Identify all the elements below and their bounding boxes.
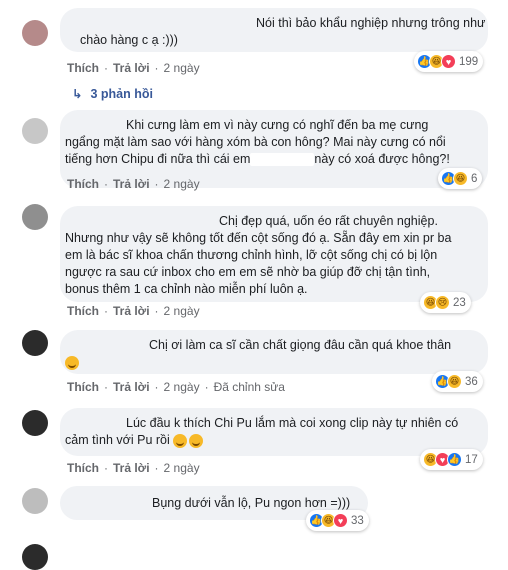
comment-actions: Thích · Trả lời · 2 ngày	[67, 61, 200, 75]
comment-text: Lúc đầu k thích Chi Pu lắm mà coi xong c…	[126, 416, 459, 430]
timestamp[interactable]: 2 ngày	[164, 61, 200, 75]
reply-link[interactable]: Trả lời	[113, 304, 150, 318]
reaction-summary[interactable]: 👍 😆 ♥ 199	[414, 51, 484, 72]
comment-text: chào hàng c ạ :)))	[80, 33, 178, 47]
comment-text: em là bác sĩ khoa chấn thương chỉnh hình…	[65, 248, 438, 262]
reply-link[interactable]: Trả lời	[113, 380, 150, 394]
comment-actions: Thích · Trả lời · 2 ngày	[67, 461, 200, 475]
avatar[interactable]	[22, 330, 48, 356]
reply-link[interactable]: Trả lời	[113, 61, 150, 75]
reaction-summary[interactable]: 👍 😆 ♥ 33	[306, 510, 369, 531]
reaction-count: 6	[471, 172, 478, 185]
timestamp[interactable]: 2 ngày	[164, 177, 200, 191]
redacted-name	[250, 153, 315, 167]
comment-bubble: Nói thì bảo khẩu nghiệp nhưng trông như …	[60, 8, 508, 52]
reaction-summary[interactable]: 😆 ♥ 👍 17	[420, 449, 483, 470]
like-link[interactable]: Thích	[67, 177, 99, 191]
comment-text: Nói thì bảo khẩu nghiệp nhưng trông như	[256, 16, 486, 30]
edited-label[interactable]: Đã chỉnh sửa	[214, 380, 285, 394]
haha-reaction-icon: 😆	[453, 171, 468, 186]
comment-text: cảm tình với Pu rồi	[65, 433, 170, 447]
haha-reaction-icon: 😆	[447, 374, 462, 389]
avatar[interactable]	[22, 204, 48, 230]
comment-bubble: Chị đẹp quá, uốn éo rất chuyên nghiệp. N…	[60, 206, 488, 302]
avatar[interactable]	[22, 20, 48, 46]
comment-actions: Thích · Trả lời · 2 ngày	[67, 177, 200, 191]
reaction-summary[interactable]: 😆 😢 23	[420, 292, 471, 313]
avatar[interactable]	[22, 410, 48, 436]
comment-bubble: Chị ơi làm ca sĩ cần chất giọng đâu cần …	[60, 330, 488, 374]
reaction-summary[interactable]: 👍 😆 36	[432, 371, 483, 392]
reaction-count: 23	[453, 296, 466, 309]
reaction-count: 33	[351, 514, 364, 527]
reaction-count: 199	[459, 55, 479, 68]
like-reaction-icon: 👍	[447, 452, 462, 467]
timestamp[interactable]: 2 ngày	[164, 380, 200, 394]
reaction-count: 36	[465, 375, 478, 388]
like-link[interactable]: Thích	[67, 304, 99, 318]
comment-text: ngẩng mặt làm sao với hàng xóm bà con hô…	[65, 135, 446, 149]
reply-link[interactable]: Trả lời	[113, 461, 150, 475]
comment-actions: Thích · Trả lời · 2 ngày · Đã chỉnh sửa	[67, 380, 285, 394]
reaction-count: 17	[465, 453, 478, 466]
comment-text: này có xoá được hông?!	[314, 152, 450, 166]
comment-actions: Thích · Trả lời · 2 ngày	[67, 304, 200, 318]
smile-emoji-icon	[189, 433, 204, 448]
love-reaction-icon: ♥	[333, 513, 348, 528]
comment-text: bonus thêm 1 ca chỉnh nào miễn phí luôn …	[65, 282, 308, 296]
avatar[interactable]	[22, 488, 48, 514]
comment-text: tiếng hơn Chipu đi nữa thì cái em	[65, 152, 251, 166]
comment-text: Chị đẹp quá, uốn éo rất chuyên nghiệp.	[219, 214, 438, 228]
comment-text: ngược ra sau cứ inbox cho em em sẽ nhờ b…	[65, 265, 431, 279]
reply-arrow-icon: ↳	[72, 87, 83, 101]
like-link[interactable]: Thích	[67, 380, 99, 394]
sad-reaction-icon: 😢	[435, 295, 450, 310]
comment-bubble: Lúc đầu k thích Chi Pu lắm mà coi xong c…	[60, 408, 488, 456]
comment-text: Nhưng như vậy sẽ không tốt đến cột sống …	[65, 231, 452, 245]
reaction-summary[interactable]: 👍 😆 6	[438, 168, 483, 189]
like-link[interactable]: Thích	[67, 461, 99, 475]
smile-emoji-icon	[173, 433, 188, 448]
timestamp[interactable]: 2 ngày	[164, 304, 200, 318]
comment-text: Khi cưng làm em vì này cưng có nghĩ đến …	[126, 118, 429, 132]
redacted-name	[488, 17, 508, 31]
timestamp[interactable]: 2 ngày	[164, 461, 200, 475]
avatar[interactable]	[22, 118, 48, 144]
smile-emoji-icon	[65, 355, 79, 370]
love-reaction-icon: ♥	[441, 54, 456, 69]
like-link[interactable]: Thích	[67, 61, 99, 75]
view-replies-link[interactable]: ↳ 3 phản hồi	[72, 86, 153, 101]
reply-link[interactable]: Trả lời	[113, 177, 150, 191]
comment-text: Chị ơi làm ca sĩ cần chất giọng đâu cần …	[149, 338, 452, 352]
